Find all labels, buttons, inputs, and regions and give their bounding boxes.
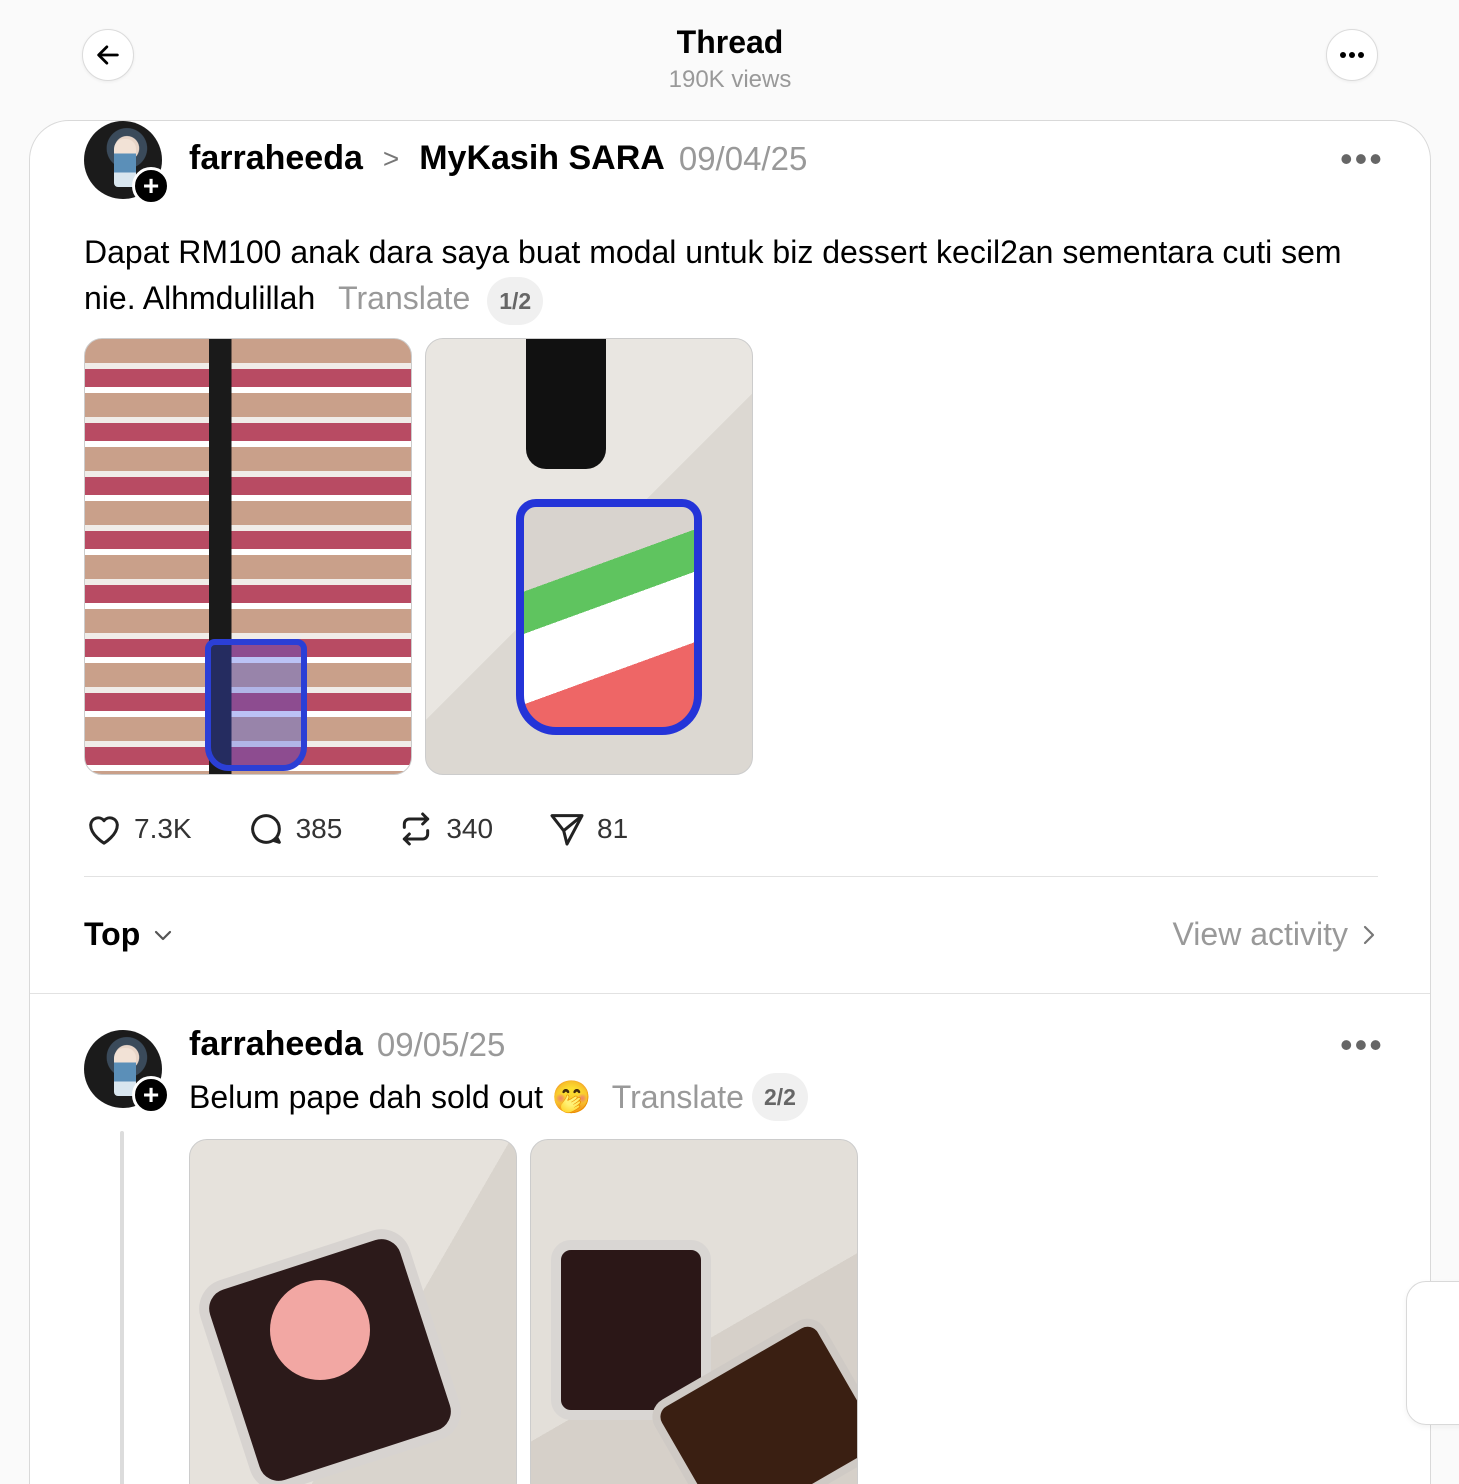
thread-connector-line — [120, 1131, 124, 1484]
chevron-down-icon — [155, 930, 172, 940]
post-more-icon[interactable]: ••• — [1340, 141, 1384, 177]
view-activity-label: View activity — [1172, 916, 1348, 952]
like-button[interactable]: 7.3K — [84, 809, 192, 849]
username[interactable]: farraheeda — [189, 1025, 363, 1064]
post-image-dessert-boxes[interactable] — [189, 1139, 517, 1484]
post-body: Belum pape dah sold out 🤭 Translate 2/2 — [189, 1073, 808, 1121]
avatar[interactable]: + — [84, 1030, 170, 1114]
repost-button[interactable]: 340 — [396, 809, 493, 849]
avatar[interactable]: + — [84, 121, 170, 205]
follow-plus-icon[interactable]: + — [132, 167, 170, 205]
post-header: farraheeda > MyKasih SARA 09/04/25 — [189, 139, 807, 178]
page-title: Thread — [676, 24, 784, 60]
like-count: 7.3K — [134, 813, 192, 844]
send-icon — [550, 814, 584, 846]
chevron-right-icon — [1363, 925, 1375, 944]
chevron-right-icon: > — [382, 142, 400, 174]
thread-card: + farraheeda > MyKasih SARA 09/04/25 •••… — [29, 120, 1431, 1484]
post-text: Belum pape dah sold out 🤭 — [189, 1079, 592, 1115]
page-indicator: 1/2 — [487, 276, 544, 325]
more-horizontal-icon — [1340, 52, 1364, 58]
sort-dropdown[interactable]: Top — [84, 916, 174, 953]
header: Thread 190K views — [530, 22, 930, 96]
username[interactable]: farraheeda — [189, 139, 363, 178]
reply-count: 385 — [295, 813, 343, 844]
share-button[interactable]: 81 — [547, 809, 628, 849]
heart-icon — [89, 816, 119, 845]
community-name[interactable]: MyKasih SARA — [419, 139, 665, 178]
top-bar: Thread 190K views — [0, 0, 1459, 120]
post-more-icon[interactable]: ••• — [1340, 1027, 1384, 1063]
translate-link[interactable]: Translate — [612, 1079, 744, 1116]
arrow-left-icon — [97, 45, 119, 65]
post-image-shopping-aisle[interactable] — [84, 338, 412, 775]
view-activity-link[interactable]: View activity — [1173, 916, 1376, 953]
share-count: 81 — [597, 813, 629, 844]
divider — [84, 876, 1378, 877]
repost-icon — [403, 812, 430, 846]
section-divider — [30, 993, 1430, 994]
post-body: Dapat RM100 anak dara saya buat modal un… — [84, 229, 1384, 325]
action-bar: 7.3K 385 340 81 — [84, 809, 682, 849]
comment-icon — [250, 814, 281, 844]
back-button[interactable] — [82, 29, 134, 81]
post-text: Dapat RM100 anak dara saya buat modal un… — [84, 234, 1342, 316]
side-panel-tab[interactable] — [1406, 1281, 1459, 1425]
page-indicator: 2/2 — [751, 1073, 808, 1121]
sort-label: Top — [84, 916, 141, 952]
post-image-dessert-boxes[interactable] — [530, 1139, 858, 1484]
post-date[interactable]: 09/04/25 — [679, 140, 807, 178]
thread-more-button[interactable] — [1326, 29, 1378, 81]
post-date[interactable]: 09/05/25 — [377, 1026, 505, 1064]
follow-plus-icon[interactable]: + — [132, 1076, 170, 1114]
post-image-shopping-basket[interactable] — [425, 338, 753, 775]
reply-button[interactable]: 385 — [246, 809, 343, 849]
view-count: 190K views — [668, 66, 792, 93]
translate-link[interactable]: Translate — [338, 280, 470, 316]
repost-count: 340 — [446, 813, 494, 844]
post-header: farraheeda 09/05/25 — [189, 1025, 505, 1064]
